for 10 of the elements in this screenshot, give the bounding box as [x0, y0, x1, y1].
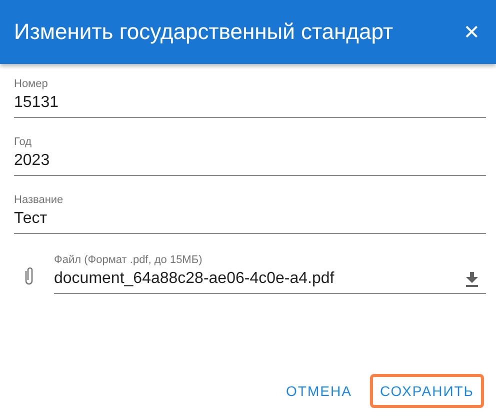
- close-button[interactable]: ✕: [461, 20, 482, 44]
- cancel-button[interactable]: ОТМЕНА: [276, 374, 362, 408]
- paperclip-icon: [24, 266, 34, 286]
- text-field[interactable]: Название Тест: [14, 194, 486, 234]
- text-field[interactable]: Год 2023: [14, 136, 486, 176]
- text-field[interactable]: Номер 15131: [14, 78, 486, 118]
- dialog-title: Изменить государственный стандарт: [14, 19, 394, 45]
- file-field[interactable]: Файл (Формат .pdf, до 15МБ) document_64a88c28-ae06-4c0e-a4.pdf: [54, 254, 486, 294]
- save-button[interactable]: СОХРАНИТЬ: [370, 374, 484, 408]
- download-icon[interactable]: [466, 272, 478, 286]
